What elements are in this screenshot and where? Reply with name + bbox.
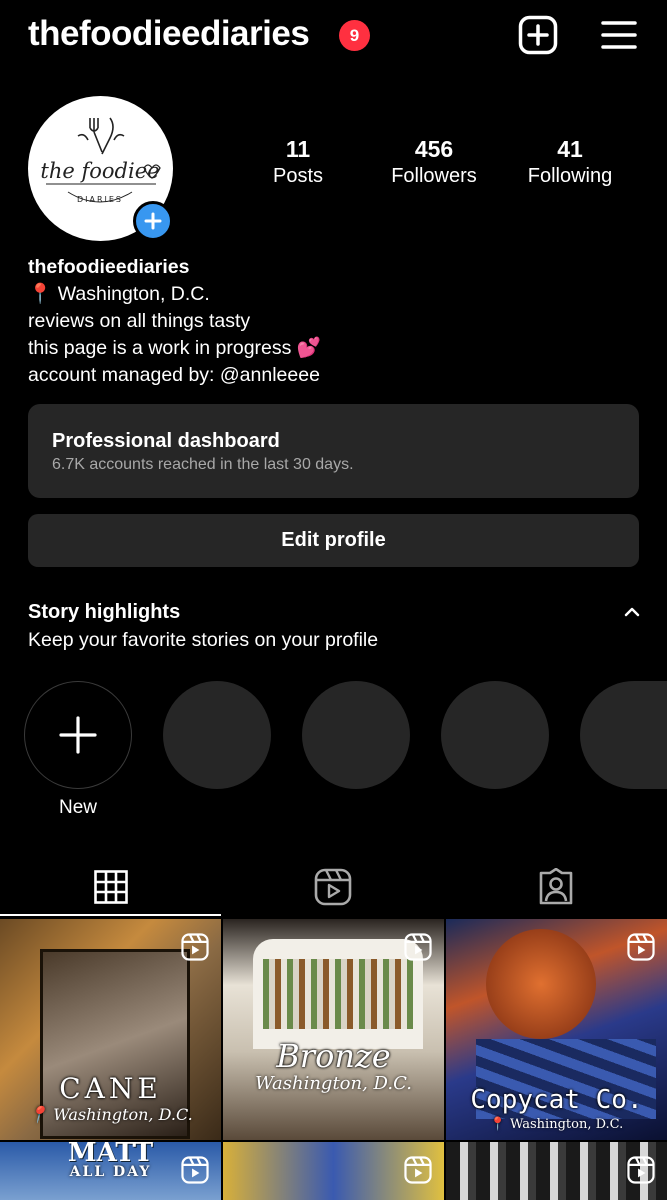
reel-indicator-icon <box>404 933 432 966</box>
grid-icon <box>94 870 128 904</box>
new-highlight-button[interactable] <box>24 681 132 789</box>
profile-bio: thefoodieediaries 📍 Washington, D.C. rev… <box>28 254 321 389</box>
post-caption: Bronze <box>276 1037 391 1075</box>
hamburger-menu-icon[interactable] <box>599 15 639 55</box>
highlight-placeholder <box>302 681 410 789</box>
add-story-button[interactable] <box>133 201 173 241</box>
post-caption: CANE <box>59 1072 162 1105</box>
following-stat[interactable]: 41 Following <box>515 136 625 189</box>
active-tab-indicator <box>0 914 221 916</box>
bio-line-1: reviews on all things tasty <box>28 310 251 332</box>
post-location: Washington, D.C. <box>255 1073 412 1094</box>
professional-dashboard-card[interactable]: Professional dashboard 6.7K accounts rea… <box>28 404 639 498</box>
reel-indicator-icon <box>181 1156 209 1189</box>
svg-text:the foodiee: the foodiee <box>40 159 159 183</box>
reel-indicator-icon <box>181 933 209 966</box>
highlights-title: Story highlights <box>28 601 181 623</box>
reel-indicator-icon <box>627 1156 655 1189</box>
post-thumbnail[interactable]: Bronze Washington, D.C. <box>223 919 444 1140</box>
highlight-placeholder <box>580 681 667 789</box>
bio-name: thefoodieediaries <box>28 256 190 278</box>
following-label: Following <box>527 165 613 188</box>
followers-stat[interactable]: 456 Followers <box>379 136 489 189</box>
posts-label: Posts <box>272 165 324 188</box>
post-location: 📍 Washington, D.C. <box>489 1117 624 1132</box>
post-thumbnail[interactable] <box>223 1142 444 1200</box>
post-caption: Copycat Co. <box>470 1085 643 1115</box>
chevron-up-icon[interactable] <box>622 604 642 620</box>
highlight-placeholder <box>441 681 549 789</box>
posts-stat[interactable]: 11 Posts <box>258 136 338 189</box>
following-count: 41 <box>557 136 583 162</box>
reel-indicator-icon <box>404 1156 432 1189</box>
reel-indicator-icon <box>627 933 655 966</box>
profile-header: thefoodieediaries 9 <box>0 0 667 72</box>
posts-count: 11 <box>285 136 311 162</box>
plus-icon <box>144 212 162 230</box>
bio-location: 📍 Washington, D.C. <box>28 283 210 305</box>
add-post-icon[interactable] <box>518 15 558 55</box>
post-thumbnail[interactable]: CANE 📍 Washington, D.C. <box>0 919 221 1140</box>
followers-count: 456 <box>414 136 454 162</box>
reels-icon <box>314 868 352 906</box>
dashboard-title: Professional dashboard <box>52 430 280 452</box>
post-thumbnail[interactable] <box>446 1142 667 1200</box>
tagged-tab[interactable] <box>445 858 667 916</box>
highlight-placeholder <box>163 681 271 789</box>
dashboard-subtitle: 6.7K accounts reached in the last 30 day… <box>52 456 354 473</box>
header-username[interactable]: thefoodieediaries <box>28 14 310 54</box>
bio-line-3[interactable]: account managed by: @annleeee <box>28 362 321 389</box>
new-highlight-label: New <box>58 797 97 818</box>
post-thumbnail[interactable]: MATT ALL DAY <box>0 1142 221 1200</box>
edit-profile-button[interactable]: Edit profile <box>28 514 639 567</box>
plus-icon <box>59 716 97 754</box>
tagged-person-icon <box>539 868 573 905</box>
post-thumbnail[interactable]: Copycat Co. 📍 Washington, D.C. <box>446 919 667 1140</box>
grid-tab[interactable] <box>0 858 222 916</box>
highlights-subtitle: Keep your favorite stories on your profi… <box>28 629 379 651</box>
reels-tab[interactable] <box>222 858 444 916</box>
post-location: 📍 Washington, D.C. <box>28 1105 193 1124</box>
bio-line-2: this page is a work in progress 💕 <box>28 337 322 359</box>
notification-badge[interactable]: 9 <box>339 20 370 51</box>
followers-label: Followers <box>391 165 477 188</box>
